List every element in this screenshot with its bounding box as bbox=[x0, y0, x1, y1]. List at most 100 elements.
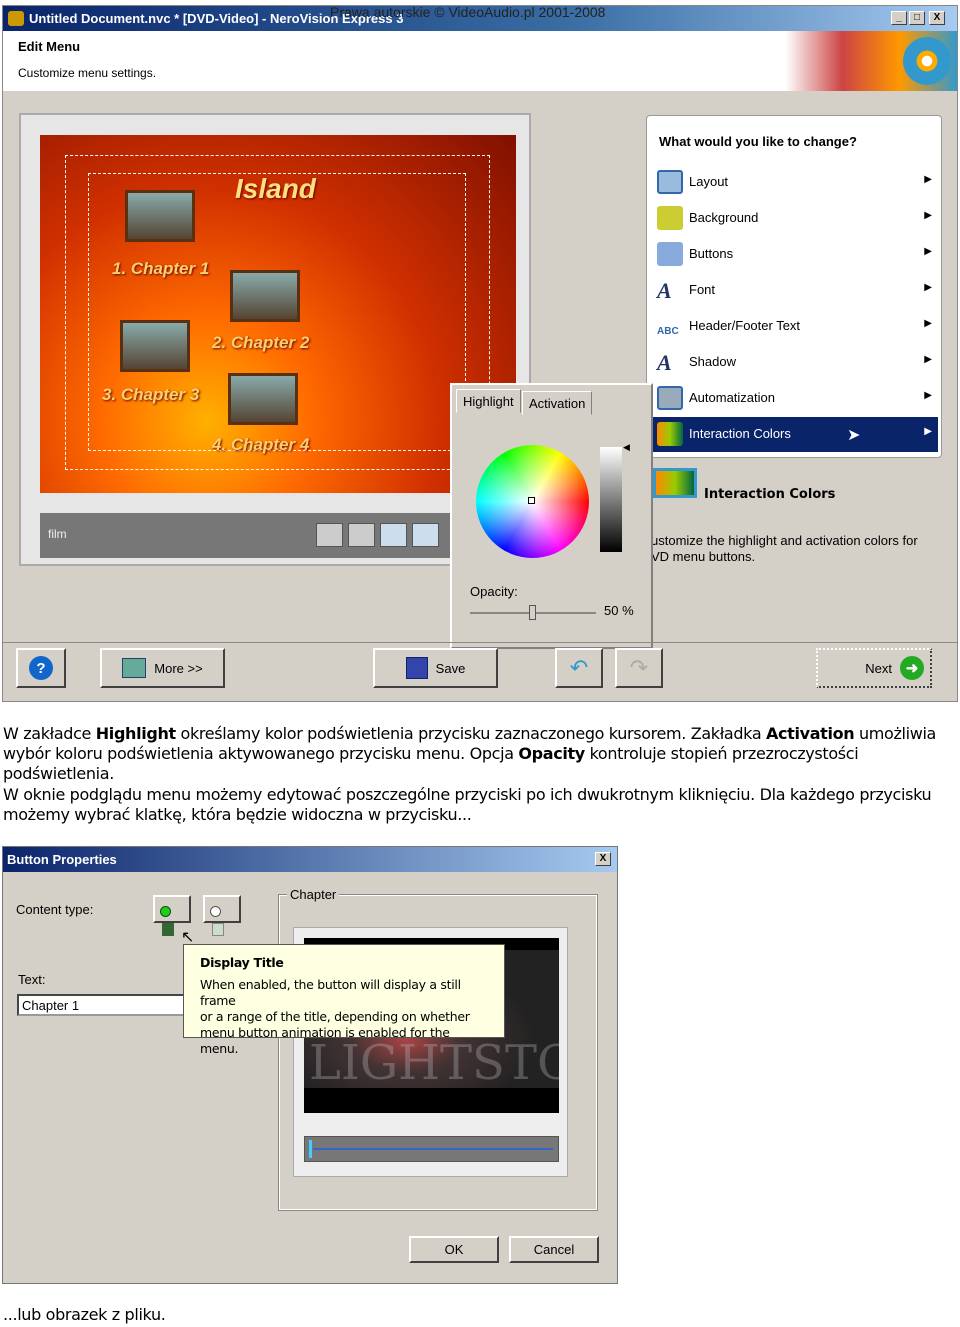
chapter-button-4[interactable]: 4. Chapter 4 bbox=[212, 435, 309, 455]
nerovision-window: Untitled Document.nvc * [DVD-Video] - Ne… bbox=[2, 5, 958, 702]
submenu-arrow-icon: ▶ bbox=[924, 354, 932, 365]
tooltip: Display Title When enabled, the button w… bbox=[183, 944, 505, 1056]
submenu-arrow-icon: ▶ bbox=[924, 426, 932, 437]
menu-item-automatization[interactable]: Automatization ▶ bbox=[652, 381, 938, 416]
text-run: określamy kolor podświetlenia przycisku … bbox=[175, 724, 767, 743]
header-title: Edit Menu bbox=[18, 39, 81, 54]
menu-item-label: Shadow bbox=[689, 354, 736, 369]
submenu-arrow-icon: ▶ bbox=[924, 210, 932, 221]
app-icon bbox=[8, 11, 24, 26]
interaction-colors-popup: Highlight Activation ◀ Opacity: 50 % bbox=[450, 383, 653, 649]
menu-item-interaction-colors[interactable]: Interaction Colors ➤ ▶ bbox=[652, 417, 938, 452]
chapter-group-label: Chapter bbox=[287, 887, 340, 902]
undo-button[interactable]: ↶ bbox=[555, 648, 603, 688]
cancel-button[interactable]: Cancel bbox=[509, 1236, 599, 1263]
next-label: Next bbox=[865, 660, 892, 676]
preview-control-bar: film bbox=[40, 513, 516, 558]
opacity-slider-thumb[interactable] bbox=[529, 605, 536, 620]
buttons-icon bbox=[657, 242, 683, 266]
chapter-thumbnail[interactable] bbox=[120, 320, 190, 372]
tooltip-line: When enabled, the button will display a … bbox=[200, 977, 461, 1008]
divider bbox=[3, 642, 957, 643]
play-icon[interactable] bbox=[380, 523, 407, 547]
next-icon[interactable] bbox=[412, 523, 439, 547]
chapter-button-2[interactable]: 2. Chapter 2 bbox=[212, 333, 309, 353]
submenu-arrow-icon: ▶ bbox=[924, 318, 932, 329]
brightness-pointer-icon[interactable]: ◀ bbox=[623, 443, 630, 453]
image-icon bbox=[210, 906, 221, 917]
redo-icon: ↷ bbox=[629, 655, 649, 680]
description-text: ustomize the highlight and activation co… bbox=[651, 533, 918, 548]
wizard-header: Edit Menu Customize menu settings. bbox=[3, 31, 957, 91]
more-label: More >> bbox=[154, 660, 203, 676]
dialog-close-button[interactable]: X bbox=[595, 852, 611, 866]
automatization-icon bbox=[657, 386, 683, 410]
text-run: W zakładce bbox=[3, 724, 96, 743]
help-icon: ? bbox=[29, 656, 53, 680]
save-icon bbox=[405, 657, 428, 679]
opacity-slider[interactable] bbox=[470, 605, 596, 620]
maximize-button[interactable]: □ bbox=[909, 11, 925, 25]
watermark: Prawa autorskie © VideoAudio.pl 2001-200… bbox=[330, 4, 606, 20]
menu-item-label: Interaction Colors bbox=[689, 426, 791, 441]
opacity-label: Opacity: bbox=[470, 584, 518, 599]
menu-item-shadow[interactable]: A Shadow ▶ bbox=[652, 345, 938, 380]
more-button[interactable]: More >> bbox=[100, 648, 225, 688]
font-icon: A bbox=[657, 278, 672, 303]
chapter-thumbnail[interactable] bbox=[230, 270, 300, 322]
help-button[interactable]: ? bbox=[16, 648, 66, 688]
close-button[interactable]: X bbox=[929, 11, 945, 25]
bold-term: Opacity bbox=[518, 744, 585, 763]
playback-buttons bbox=[316, 523, 439, 547]
menu-title[interactable]: Island bbox=[235, 173, 316, 205]
bold-term: Activation bbox=[766, 724, 855, 743]
paragraph-2: W oknie podglądu menu możemy edytować po… bbox=[3, 785, 932, 824]
content-type-label: Content type: bbox=[16, 902, 94, 917]
menu-item-label: Automatization bbox=[689, 390, 775, 405]
frame-position-slider[interactable] bbox=[304, 1136, 559, 1162]
submenu-arrow-icon: ▶ bbox=[924, 246, 932, 257]
slider-track bbox=[313, 1148, 553, 1150]
menu-item-label: Layout bbox=[689, 174, 729, 189]
paragraph-3: ...lub obrazek z pliku. bbox=[3, 1305, 166, 1324]
menu-item-background[interactable]: Background ▶ bbox=[652, 201, 938, 236]
dialog-title: Button Properties bbox=[3, 847, 617, 872]
chapter-thumbnail[interactable] bbox=[125, 190, 195, 242]
submenu-arrow-icon: ▶ bbox=[924, 282, 932, 293]
tooltip-title: Display Title bbox=[200, 955, 284, 970]
chapter-button-1[interactable]: 1. Chapter 1 bbox=[112, 259, 209, 279]
first-icon[interactable] bbox=[316, 523, 343, 547]
content-type-image-button[interactable] bbox=[203, 895, 241, 936]
content-type-video-button[interactable] bbox=[153, 895, 191, 936]
picture-icon bbox=[212, 923, 224, 936]
next-button[interactable]: Next ➜ bbox=[816, 648, 932, 688]
shadow-icon: A bbox=[657, 350, 672, 375]
change-menu: What would you like to change? Layout ▶ B… bbox=[646, 115, 942, 458]
previous-icon[interactable] bbox=[348, 523, 375, 547]
menu-item-label: Buttons bbox=[689, 246, 734, 261]
menu-item-layout[interactable]: Layout ▶ bbox=[652, 165, 938, 200]
menu-item-label: Header/Footer Text bbox=[689, 318, 801, 333]
save-label: Save bbox=[435, 660, 466, 676]
minimize-button[interactable]: _ bbox=[891, 11, 907, 25]
save-button[interactable]: Save bbox=[373, 648, 498, 688]
text-input[interactable] bbox=[17, 994, 187, 1016]
control-label: film bbox=[48, 527, 67, 541]
chapter-thumbnail[interactable] bbox=[228, 373, 298, 425]
color-selector-handle[interactable] bbox=[528, 497, 535, 504]
chapter-button-3[interactable]: 3. Chapter 3 bbox=[102, 385, 199, 405]
redo-button[interactable]: ↷ bbox=[615, 648, 663, 688]
menu-item-buttons[interactable]: Buttons ▶ bbox=[652, 237, 938, 272]
brightness-slider[interactable] bbox=[600, 447, 622, 552]
disc-icon bbox=[903, 37, 951, 85]
interaction-colors-large-icon bbox=[653, 468, 697, 498]
menu-item-header-footer[interactable]: ABC Header/Footer Text ▶ bbox=[652, 309, 938, 344]
tooltip-line: or a range of the title, depending on wh… bbox=[200, 1009, 470, 1024]
tab-activation[interactable]: Activation bbox=[522, 391, 593, 415]
slider-thumb[interactable] bbox=[309, 1140, 312, 1158]
text-label: Text: bbox=[18, 972, 46, 987]
ok-button[interactable]: OK bbox=[409, 1236, 499, 1263]
menu-item-font[interactable]: A Font ▶ bbox=[652, 273, 938, 308]
tab-highlight[interactable]: Highlight bbox=[456, 389, 521, 413]
color-wheel[interactable] bbox=[476, 445, 589, 558]
